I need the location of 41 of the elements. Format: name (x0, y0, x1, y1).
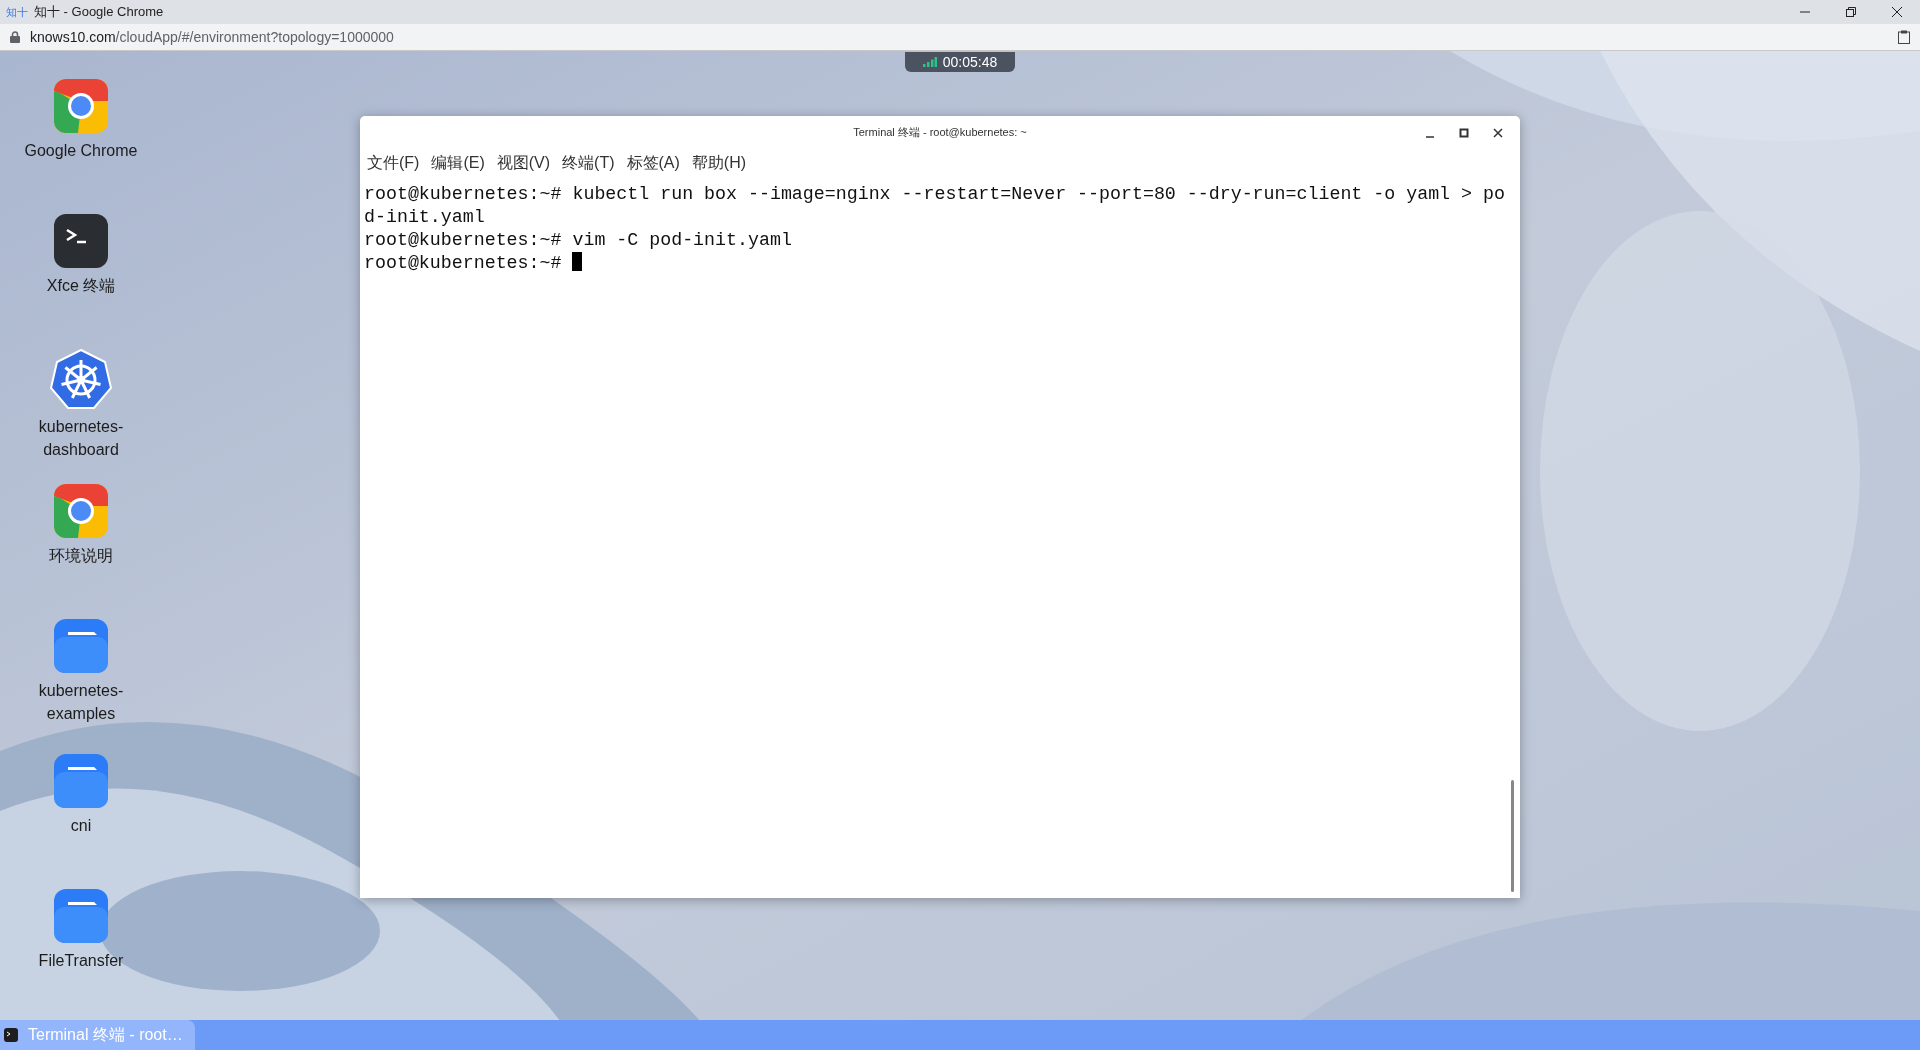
folder-icon[interactable] (54, 619, 108, 673)
chrome-icon[interactable] (54, 79, 108, 133)
desktop-icon-label[interactable]: cni (16, 814, 146, 837)
terminal-title: Terminal 终端 - root@kubernetes: ~ (853, 125, 1027, 140)
menu-item[interactable]: 编辑(E) (431, 152, 485, 174)
menu-item[interactable]: 文件(F) (367, 152, 420, 174)
menu-item[interactable]: 标签(A) (626, 152, 680, 174)
desktop-icon-label[interactable]: Google Chrome (16, 139, 146, 162)
helm-wheel-icon[interactable] (50, 349, 112, 409)
terminal-line: d-init.yaml (364, 206, 485, 229)
menu-item[interactable]: 视图(V) (496, 152, 551, 174)
close-icon (1493, 128, 1503, 138)
text-cursor (572, 252, 583, 271)
close-icon (1891, 6, 1903, 18)
terminal-icon (4, 1028, 18, 1042)
tab-favicon: 知十 (6, 4, 28, 20)
desktop-icon-label[interactable]: kubernetes-dashboard (16, 415, 146, 461)
menu-item[interactable]: 帮助(H) (691, 152, 747, 174)
timer-text: 00:05:48 (942, 54, 998, 70)
terminal-line: root@kubernetes:~# kubectl run box --image=nginx --restart=Never --port=80 --dry-run=client -o yaml > po (364, 183, 1505, 206)
menu-item[interactable]: 终端(T) (562, 152, 615, 174)
url-host[interactable]: knows10.com (30, 29, 116, 45)
desktop-icon-label[interactable]: 环境说明 (16, 544, 146, 567)
desktop-icon-label[interactable]: Xfce 终端 (16, 274, 146, 297)
maximize-icon (1459, 128, 1469, 138)
restore-icon (1845, 6, 1857, 18)
scrollbar[interactable] (1511, 780, 1514, 892)
terminal-line: root@kubernetes:~# vim -C pod-init.yaml (364, 229, 792, 252)
clipboard-icon[interactable] (1898, 30, 1910, 44)
terminal-line: root@kubernetes:~# (364, 252, 583, 275)
folder-icon[interactable] (54, 889, 108, 943)
chrome-icon[interactable] (54, 484, 108, 538)
lock-icon (10, 31, 20, 43)
folder-icon[interactable] (54, 754, 108, 808)
desktop-icon-label[interactable]: kubernetes-examples (16, 679, 146, 725)
signal-icon (922, 57, 937, 67)
terminal-icon[interactable] (54, 214, 108, 268)
minimize-icon (1426, 136, 1434, 138)
desktop-icon-label[interactable]: FileTransfer (16, 949, 146, 972)
window-title: 知十 - Google Chrome (34, 3, 165, 21)
url-path[interactable]: /cloudApp/#/environment?topology=1000000 (115, 29, 1898, 45)
